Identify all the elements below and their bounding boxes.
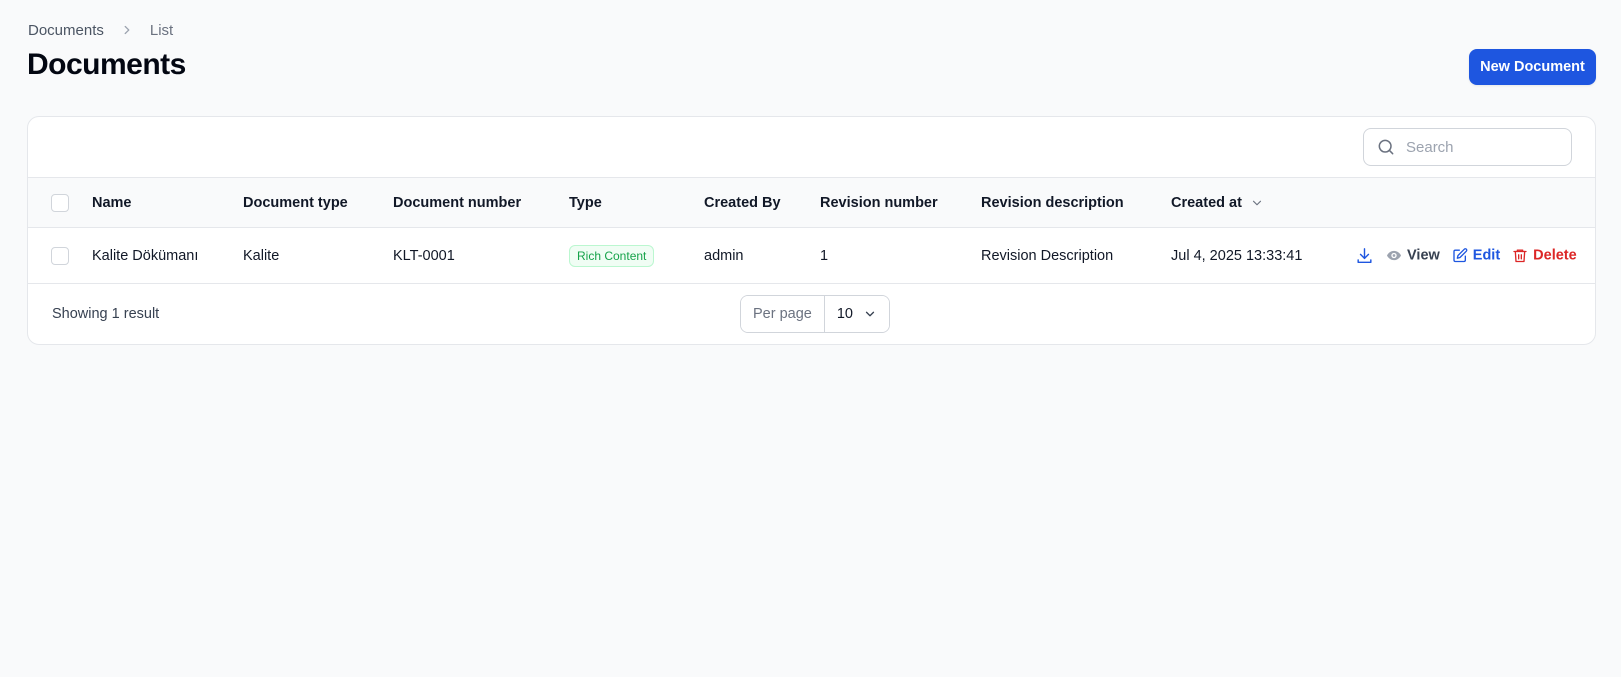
eye-icon [1386, 248, 1402, 264]
column-created-by[interactable]: Created By [704, 195, 781, 211]
trash-icon [1512, 248, 1528, 264]
table-header: Name Document type Document number Type … [28, 178, 1595, 228]
view-label: View [1407, 247, 1440, 264]
cell-revision-description: Revision Description [981, 247, 1114, 264]
cell-created-at: Jul 4, 2025 13:33:41 [1171, 247, 1303, 264]
download-button[interactable] [1355, 246, 1374, 265]
per-page-select[interactable]: 10 [824, 296, 889, 332]
column-name[interactable]: Name [92, 195, 132, 211]
column-revision-number[interactable]: Revision number [820, 195, 938, 211]
cell-revision-number: 1 [820, 247, 829, 264]
per-page-value: 10 [836, 306, 853, 322]
select-all-checkbox[interactable] [51, 193, 69, 212]
per-page-control[interactable]: Per page 10 [740, 295, 890, 333]
cell-name: Kalite Dökümanı [92, 247, 199, 264]
page-title: Documents [27, 48, 186, 81]
column-document-number[interactable]: Document number [393, 195, 521, 211]
cell-document-type: Kalite [243, 247, 280, 264]
column-created-at-label: Created at [1171, 194, 1242, 211]
row-actions: View Edit Delete [1355, 246, 1577, 265]
cell-created-by: admin [704, 247, 744, 264]
delete-button[interactable]: Delete [1512, 248, 1577, 264]
search-icon [1376, 137, 1396, 157]
column-document-type[interactable]: Document type [243, 195, 348, 211]
table-row[interactable]: Kalite Dökümanı Kalite KLT-0001 Rich Con… [28, 228, 1595, 284]
chevron-down-icon [1250, 196, 1264, 210]
table-toolbar [28, 117, 1595, 178]
view-button[interactable]: View [1386, 248, 1440, 264]
search-input[interactable] [1406, 138, 1556, 156]
row-checkbox[interactable] [51, 246, 69, 265]
new-document-button[interactable]: New Document [1469, 49, 1596, 85]
edit-icon [1452, 248, 1468, 264]
cell-document-number: KLT-0001 [393, 247, 455, 264]
cell-type: Rich Content [569, 244, 655, 267]
chevron-right-icon [118, 21, 136, 39]
delete-label: Delete [1533, 247, 1577, 264]
breadcrumb-list: List [149, 21, 174, 39]
documents-table-card: Name Document type Document number Type … [27, 116, 1596, 345]
search-field[interactable] [1363, 128, 1572, 166]
breadcrumb: Documents List [28, 21, 173, 39]
table-footer: Showing 1 result Per page 10 [28, 284, 1595, 344]
column-revision-description[interactable]: Revision description [981, 195, 1124, 211]
type-badge: Rich Content [569, 244, 655, 267]
chevron-down-icon [863, 307, 877, 321]
column-created-at[interactable]: Created at [1171, 195, 1264, 211]
edit-label: Edit [1472, 247, 1501, 264]
result-count: Showing 1 result [52, 306, 160, 322]
download-icon [1355, 246, 1374, 265]
edit-button[interactable]: Edit [1452, 248, 1500, 264]
column-type[interactable]: Type [569, 195, 602, 211]
breadcrumb-documents[interactable]: Documents [28, 22, 104, 39]
per-page-label: Per page [741, 296, 825, 332]
